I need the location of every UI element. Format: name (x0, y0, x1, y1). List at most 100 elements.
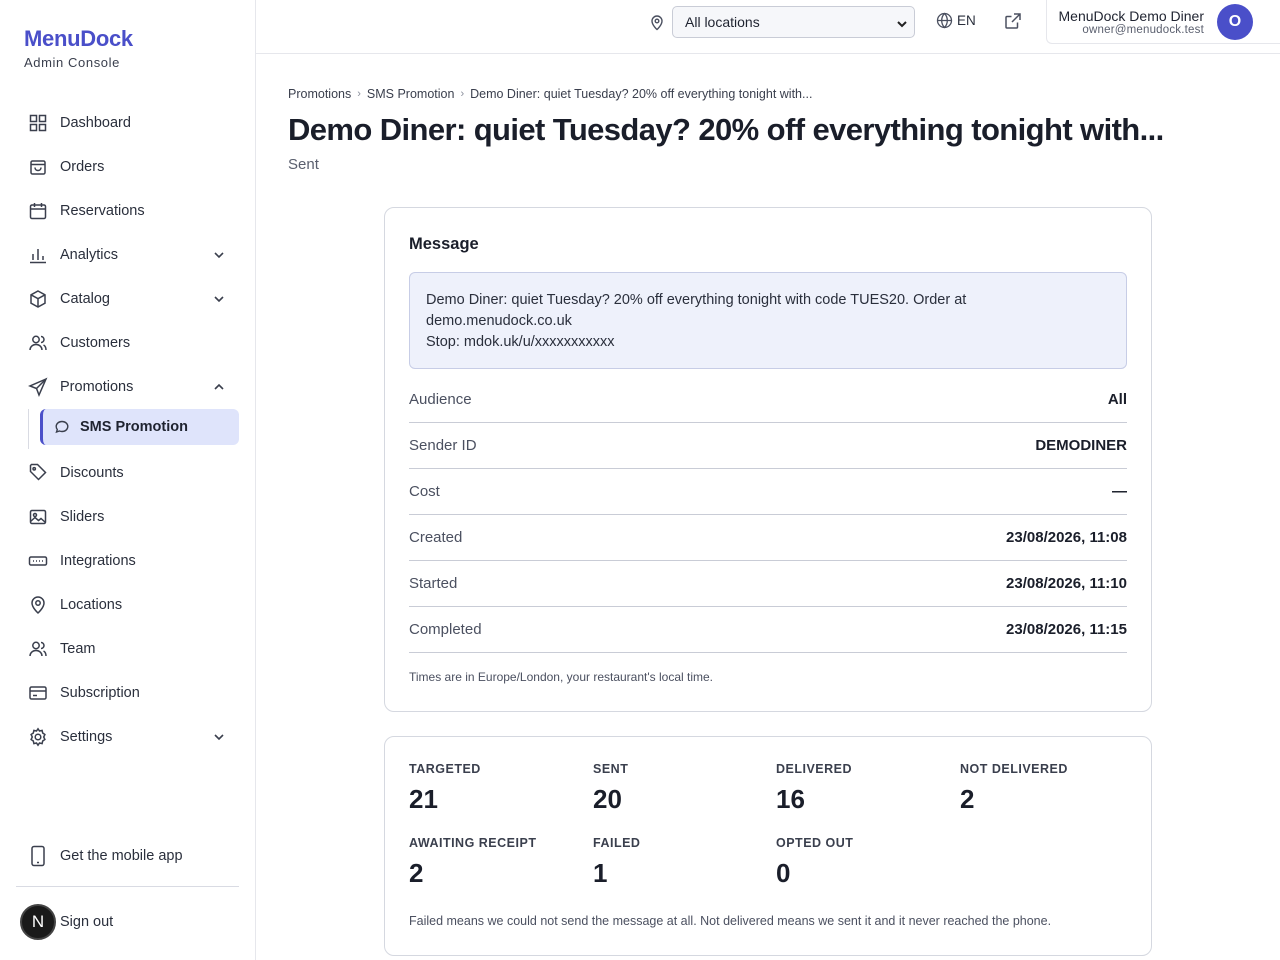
bag-icon (28, 157, 48, 177)
message-card-title: Message (409, 235, 479, 253)
sign-out-avatar: N (20, 904, 56, 940)
sidebar-item-customers[interactable]: Customers (16, 321, 240, 365)
chevron-up-icon[interactable] (212, 380, 226, 394)
stat-delivered: DELIVERED 16 (776, 762, 946, 815)
sidebar-item-label: Customers (60, 335, 131, 351)
top-bar: All locations EN MenuDock Demo Diner own… (256, 0, 1280, 54)
stat-opted-out: OPTED OUT 0 (776, 836, 946, 889)
sidebar-item-integrations[interactable]: Integrations (16, 539, 240, 583)
breadcrumb-promotions[interactable]: Promotions (288, 87, 351, 101)
promotions-submenu: SMS Promotion (16, 409, 240, 449)
sidebar-item-label: Orders (60, 159, 105, 175)
detail-label: Cost (409, 483, 440, 500)
breadcrumb: Promotions › SMS Promotion › Demo Diner:… (288, 87, 812, 101)
stats-note: Failed means we could not send the messa… (409, 914, 1052, 928)
sidebar-item-orders[interactable]: Orders (16, 145, 240, 189)
language-label: EN (957, 13, 976, 28)
user-menu[interactable]: MenuDock Demo Diner owner@menudock.test … (1046, 0, 1280, 44)
brand[interactable]: MenuDock Admin Console (24, 26, 133, 70)
stat-not-delivered: NOT DELIVERED 2 (960, 762, 1130, 815)
detail-value: — (1112, 483, 1127, 500)
sidebar-item-label: Promotions (60, 379, 134, 395)
detail-label: Started (409, 575, 458, 592)
sidebar-item-sms-promotion[interactable]: SMS Promotion (40, 409, 239, 445)
sidebar-item-label: Integrations (60, 553, 136, 569)
location-select[interactable]: All locations (672, 6, 915, 38)
detail-value: 23/08/2026, 11:08 (1006, 529, 1127, 546)
sidebar-item-dashboard[interactable]: Dashboard (16, 101, 240, 145)
sidebar-item-analytics[interactable]: Analytics (16, 233, 240, 277)
detail-label: Sender ID (409, 437, 477, 454)
sidebar-item-sliders[interactable]: Sliders (16, 495, 240, 539)
sidebar-item-catalog[interactable]: Catalog (16, 277, 240, 321)
breadcrumb-sms-promotion[interactable]: SMS Promotion (367, 87, 455, 101)
details-list: Audience All Sender ID DEMODINER Cost — … (409, 377, 1127, 653)
sidebar-item-label: Sliders (60, 509, 105, 525)
timezone-note: Times are in Europe/London, your restaur… (409, 670, 713, 684)
sidebar-item-label: Reservations (60, 203, 145, 219)
sidebar-item-subscription[interactable]: Subscription (16, 671, 240, 715)
stat-label: DELIVERED (776, 762, 853, 776)
breadcrumb-current: Demo Diner: quiet Tuesday? 20% off every… (470, 87, 813, 101)
stat-value: 0 (776, 858, 791, 888)
phone-icon (28, 844, 48, 868)
detail-value: DEMODINER (1035, 437, 1127, 454)
sidebar-item-label: Team (60, 641, 96, 657)
stat-value: 2 (409, 858, 424, 888)
detail-row-audience: Audience All (409, 377, 1127, 423)
sidebar-item-locations[interactable]: Locations (16, 583, 240, 627)
sidebar-item-discounts[interactable]: Discounts (16, 451, 240, 495)
sidebar-item-label: SMS Promotion (80, 419, 188, 435)
sign-out-button[interactable]: N Sign out (20, 904, 113, 940)
sidebar-item-promotions[interactable]: Promotions (16, 365, 240, 409)
avatar: O (1217, 4, 1253, 40)
stat-label: FAILED (593, 836, 641, 850)
sign-out-label: Sign out (60, 914, 114, 930)
page-title: Demo Diner: quiet Tuesday? 20% off every… (288, 112, 1164, 147)
external-link-icon[interactable] (1003, 11, 1023, 31)
grid-icon (28, 113, 48, 133)
sidebar: MenuDock Admin Console Dashboard Orders … (0, 0, 256, 960)
brand-name: MenuDock (24, 26, 133, 51)
sidebar-item-label: Analytics (60, 247, 119, 263)
detail-row-sender-id: Sender ID DEMODINER (409, 423, 1127, 469)
box-icon (28, 289, 48, 309)
sidebar-item-label: Subscription (60, 685, 140, 701)
map-pin-icon (649, 13, 665, 31)
stat-label: OPTED OUT (776, 836, 854, 850)
chevron-down-icon[interactable] (212, 292, 226, 306)
chevron-down-icon (896, 17, 908, 29)
submenu-guide-line (28, 409, 29, 449)
tag-icon (28, 463, 48, 483)
chevron-right-icon: › (460, 88, 465, 100)
sidebar-item-reservations[interactable]: Reservations (16, 189, 240, 233)
credit-card-icon (28, 683, 48, 703)
detail-value: 23/08/2026, 11:15 (1006, 621, 1127, 638)
calendar-icon (28, 201, 48, 221)
sidebar-item-label: Dashboard (60, 115, 131, 131)
stats-card: TARGETED 21 SENT 20 DELIVERED 16 NOT DEL… (384, 736, 1152, 956)
image-icon (28, 507, 48, 527)
status-badge: Sent (288, 156, 319, 173)
detail-label: Audience (409, 391, 472, 408)
detail-label: Created (409, 529, 463, 546)
chevron-down-icon[interactable] (212, 730, 226, 744)
mobile-app-label: Get the mobile app (60, 848, 183, 864)
sidebar-item-settings[interactable]: Settings (16, 715, 240, 759)
sidebar-item-label: Discounts (60, 465, 124, 481)
message-line: Demo Diner: quiet Tuesday? 20% off every… (426, 292, 967, 308)
language-switcher[interactable]: EN (936, 12, 976, 29)
bar-chart-icon (28, 245, 48, 265)
get-mobile-app-link[interactable]: Get the mobile app (28, 844, 183, 868)
detail-label: Completed (409, 621, 482, 638)
stat-value: 2 (960, 784, 975, 814)
sidebar-item-label: Locations (60, 597, 123, 613)
sidebar-divider (16, 886, 239, 887)
message-card: Message Demo Diner: quiet Tuesday? 20% o… (384, 207, 1152, 712)
stat-value: 16 (776, 784, 805, 814)
stat-awaiting-receipt: AWAITING RECEIPT 2 (409, 836, 579, 889)
chevron-down-icon[interactable] (212, 248, 226, 262)
sidebar-item-team[interactable]: Team (16, 627, 240, 671)
team-icon (28, 639, 48, 659)
stat-sent: SENT 20 (593, 762, 763, 815)
